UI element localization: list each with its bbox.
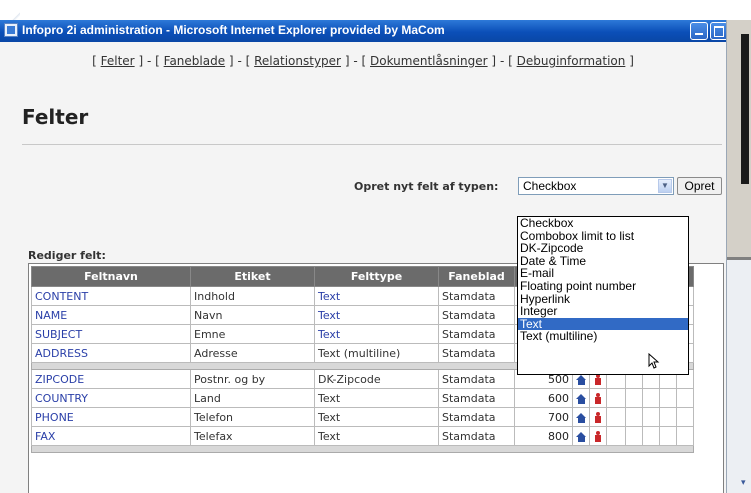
field-name-link[interactable]: FAX <box>31 426 191 446</box>
nav-link-faneblade[interactable]: Faneblade <box>164 54 225 68</box>
page-title: Felter <box>22 105 89 129</box>
person-icon[interactable] <box>589 407 607 427</box>
field-tab-cell: Stamdata <box>438 426 515 446</box>
field-label-cell: Emne <box>190 324 315 344</box>
person-icon[interactable] <box>589 388 607 408</box>
nav-separator: - <box>499 54 505 68</box>
house-icon[interactable] <box>572 388 590 408</box>
field-tab-cell: Stamdata <box>438 369 515 389</box>
nav-link-relationstyper[interactable]: Relationstyper <box>254 54 341 68</box>
create-field-label: Opret nyt felt af typen: <box>354 180 499 193</box>
field-name-link[interactable]: SUBJECT <box>31 324 191 344</box>
nav-link-felter[interactable]: Felter <box>101 54 135 68</box>
field-label-cell: Navn <box>190 305 315 325</box>
dropdown-option[interactable]: Checkbox <box>518 217 688 230</box>
field-tab-cell: Stamdata <box>438 407 515 427</box>
dropdown-option[interactable]: Text (multiline) <box>518 330 688 343</box>
table-group-separator <box>31 445 694 453</box>
field-type-dropdown-list[interactable]: Checkbox Combobox limit to list DK-Zipco… <box>517 216 689 375</box>
field-type-cell: Text (multiline) <box>314 343 439 363</box>
field-name-link[interactable]: COUNTRY <box>31 388 191 408</box>
field-tab-cell: Stamdata <box>438 324 515 344</box>
field-type-cell: Text <box>314 426 439 446</box>
field-tab-cell: Stamdata <box>438 343 515 363</box>
field-type-select-value: Checkbox <box>523 179 577 193</box>
field-type-cell: Text <box>314 324 439 344</box>
nav-bracket: [ <box>361 54 367 68</box>
nav-bracket: ] <box>228 54 234 68</box>
nav-bracket: ] <box>344 54 350 68</box>
nav-separator: - <box>146 54 152 68</box>
column-header-feltnavn: Feltnavn <box>31 266 191 287</box>
field-label-cell: Indhold <box>190 286 315 306</box>
field-label-cell: Land <box>190 388 315 408</box>
field-name-link[interactable]: ZIPCODE <box>31 369 191 389</box>
chevron-down-icon[interactable]: ▾ <box>741 478 751 488</box>
field-label-cell: Telefax <box>190 426 315 446</box>
field-type-select[interactable]: Checkbox ▼ <box>518 177 674 195</box>
field-sort-cell: 600 <box>514 388 573 408</box>
create-button[interactable]: Opret <box>677 177 722 195</box>
nav-bracket: [ <box>155 54 160 68</box>
nav-bracket: ] <box>138 54 144 68</box>
field-name-link[interactable]: PHONE <box>31 407 191 427</box>
top-navigation: [ Felter ] - [ Faneblade ] - [ Relations… <box>0 54 726 68</box>
field-type-cell: DK-Zipcode <box>314 369 439 389</box>
window-title: Infopro 2i administration - Microsoft In… <box>22 23 445 37</box>
nav-separator: - <box>353 54 358 68</box>
nav-bracket: [ <box>92 54 97 68</box>
field-sort-cell: 700 <box>514 407 573 427</box>
nav-separator: - <box>237 54 242 68</box>
field-tab-cell: Stamdata <box>438 388 515 408</box>
nav-link-dokumentlaasninger[interactable]: Dokumentlåsninger <box>370 54 488 68</box>
nav-bracket: [ <box>508 54 513 68</box>
field-sort-cell: 800 <box>514 426 573 446</box>
table-row: PHONE Telefon Text Stamdata 700 <box>31 407 694 427</box>
house-icon[interactable] <box>572 407 590 427</box>
field-label-cell: Telefon <box>190 407 315 427</box>
field-name-link[interactable]: CONTENT <box>31 286 191 306</box>
field-label-cell: Postnr. og by <box>190 369 315 389</box>
field-tab-cell: Stamdata <box>438 305 515 325</box>
field-label-cell: Adresse <box>190 343 315 363</box>
table-row: COUNTRY Land Text Stamdata 600 <box>31 388 694 408</box>
browser-window: Infopro 2i administration - Microsoft In… <box>0 20 727 493</box>
field-type-cell: Text <box>314 305 439 325</box>
column-header-faneblad: Faneblad <box>438 266 515 287</box>
nav-bracket: ] <box>491 54 497 68</box>
dropdown-option[interactable]: Integer <box>518 305 688 318</box>
nav-bracket: ] <box>629 54 634 68</box>
column-header-etiket: Etiket <box>190 266 315 287</box>
field-name-link[interactable]: ADDRESS <box>31 343 191 363</box>
title-bar[interactable]: Infopro 2i administration - Microsoft In… <box>0 20 726 42</box>
column-header-felttype: Felttype <box>314 266 439 287</box>
ie-window-icon[interactable] <box>4 23 18 37</box>
dropdown-option[interactable]: DK-Zipcode <box>518 242 688 255</box>
minimize-button[interactable] <box>690 22 708 40</box>
field-type-cell: Text <box>314 286 439 306</box>
maximize-button[interactable] <box>710 22 726 40</box>
dropdown-option[interactable]: Floating point number <box>518 280 688 293</box>
chevron-down-icon[interactable]: ▼ <box>658 179 672 193</box>
person-icon[interactable] <box>589 426 607 446</box>
title-divider <box>22 144 722 145</box>
background-window-content <box>741 34 749 184</box>
nav-bracket: [ <box>245 54 251 68</box>
field-name-link[interactable]: NAME <box>31 305 191 325</box>
house-icon[interactable] <box>572 426 590 446</box>
field-type-cell: Text <box>314 407 439 427</box>
nav-link-debuginformation[interactable]: Debuginformation <box>517 54 626 68</box>
field-type-cell: Text <box>314 388 439 408</box>
background-window-edge <box>726 257 751 260</box>
table-row: FAX Telefax Text Stamdata 800 <box>31 426 694 446</box>
field-tab-cell: Stamdata <box>438 286 515 306</box>
edit-fields-label: Rediger felt: <box>28 249 106 262</box>
